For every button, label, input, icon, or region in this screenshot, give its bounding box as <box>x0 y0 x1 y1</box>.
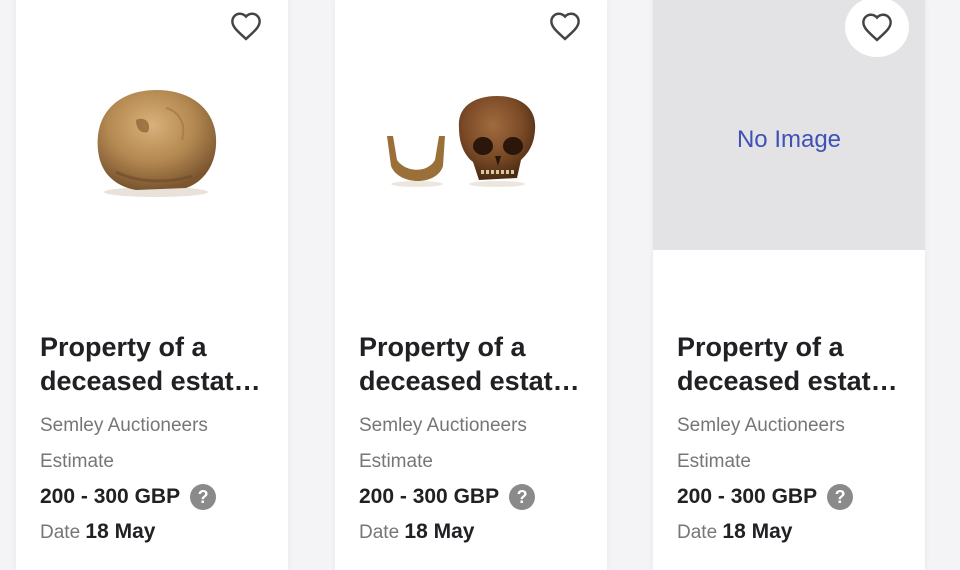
date-value: 18 May <box>722 520 793 543</box>
favorite-button[interactable] <box>224 4 268 48</box>
date-row: Date 18 May <box>677 520 792 544</box>
question-circle-icon[interactable]: ? <box>509 484 536 510</box>
estimate-label: Estimate <box>359 451 433 472</box>
date-label: Date <box>677 522 723 543</box>
date-row: Date 18 May <box>40 520 155 544</box>
date-value: 18 May <box>404 520 475 543</box>
lot-title[interactable]: Property of a deceased estat… <box>359 330 591 398</box>
estimate-row: 200 - 300 GBP ? <box>359 484 536 510</box>
heart-outline-icon <box>231 12 261 41</box>
question-circle-icon[interactable]: ? <box>827 484 854 510</box>
question-circle-icon[interactable]: ? <box>190 484 217 510</box>
heart-outline-icon <box>862 13 892 42</box>
favorite-button[interactable] <box>543 4 587 48</box>
estimate-value: 200 - 300 GBP <box>359 485 500 508</box>
no-image-text: No Image <box>736 126 842 153</box>
estimate-value: 200 - 300 GBP <box>40 485 181 508</box>
seller-name[interactable]: Semley Auctioneers <box>359 415 527 437</box>
date-value: 18 May <box>85 520 156 543</box>
heart-outline-icon <box>550 12 580 41</box>
date-label: Date <box>40 522 86 543</box>
estimate-label: Estimate <box>40 451 114 472</box>
lot-card[interactable]: No Image Property of a deceased estat… S… <box>653 0 925 570</box>
lot-title[interactable]: Property of a deceased estat… <box>40 330 272 398</box>
lot-grid: Property of a deceased estat… Semley Auc… <box>0 0 960 570</box>
lot-title[interactable]: Property of a deceased estat… <box>677 330 909 398</box>
date-label: Date <box>359 522 405 543</box>
lot-card[interactable]: Property of a deceased estat… Semley Auc… <box>335 0 607 570</box>
seller-name[interactable]: Semley Auctioneers <box>677 415 845 437</box>
estimate-label: Estimate <box>677 451 751 472</box>
lot-card[interactable]: Property of a deceased estat… Semley Auc… <box>16 0 288 570</box>
seller-name[interactable]: Semley Auctioneers <box>40 415 208 437</box>
estimate-value: 200 - 300 GBP <box>677 485 818 508</box>
date-row: Date 18 May <box>359 520 474 544</box>
estimate-row: 200 - 300 GBP ? <box>677 484 854 510</box>
estimate-row: 200 - 300 GBP ? <box>40 484 217 510</box>
